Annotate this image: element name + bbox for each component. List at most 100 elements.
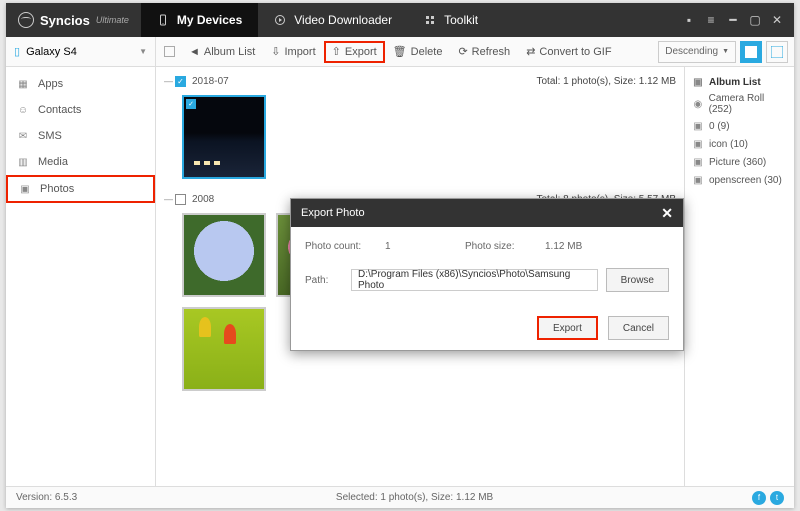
- photos-icon: ▣: [18, 182, 32, 196]
- collapse-icon[interactable]: —: [164, 76, 173, 86]
- chevron-down-icon: ▼: [139, 47, 147, 56]
- convert-gif-button[interactable]: ⇄Convert to GIF: [518, 41, 619, 63]
- menu-icon[interactable]: ≡: [704, 13, 718, 27]
- album-list-button[interactable]: ◄Album List: [181, 41, 263, 63]
- folder-icon: ▣: [691, 173, 705, 187]
- group-summary: Total: 1 photo(s), Size: 1.12 MB: [536, 76, 676, 87]
- maximize-icon[interactable]: ▢: [748, 13, 762, 27]
- sort-dropdown[interactable]: Descending▼: [658, 41, 736, 63]
- group-date: 2008: [192, 194, 214, 205]
- folder-icon: ▣: [691, 137, 705, 151]
- import-button[interactable]: ⇩Import: [263, 41, 323, 63]
- phone-icon: ▯: [14, 45, 20, 58]
- apps-icon: ▦: [16, 77, 30, 91]
- import-icon: ⇩: [271, 45, 280, 58]
- group-date: 2018-07: [192, 76, 229, 87]
- list-icon: [771, 46, 783, 58]
- dialog-title: Export Photo: [301, 207, 365, 219]
- folder-icon: ▣: [691, 155, 705, 169]
- tab-video-downloader[interactable]: Video Downloader: [258, 3, 408, 37]
- dialog-header: Export Photo ✕: [291, 199, 683, 227]
- trash-icon: 🗑: [393, 45, 407, 58]
- export-button[interactable]: ⇧Export: [324, 41, 385, 63]
- refresh-button[interactable]: ⟳Refresh: [450, 41, 518, 63]
- photo-thumb[interactable]: [182, 307, 266, 391]
- collapse-icon[interactable]: —: [164, 194, 173, 204]
- album-item[interactable]: ▣Picture (360): [691, 153, 788, 171]
- chevron-down-icon: ▼: [722, 48, 729, 55]
- sidebar: ▦Apps ☺Contacts ✉SMS ▥Media ▣Photos: [6, 67, 156, 486]
- sidebar-item-sms[interactable]: ✉SMS: [6, 123, 155, 149]
- album-icon: ▣: [691, 75, 705, 89]
- sidebar-item-media[interactable]: ▥Media: [6, 149, 155, 175]
- message-icon[interactable]: ▪: [682, 13, 696, 27]
- sidebar-item-contacts[interactable]: ☺Contacts: [6, 97, 155, 123]
- play-icon: [274, 14, 286, 26]
- delete-button[interactable]: 🗑Delete: [385, 41, 451, 63]
- path-label: Path:: [305, 275, 351, 286]
- album-item[interactable]: ▣icon (10): [691, 135, 788, 153]
- path-input[interactable]: D:\Program Files (x86)\Syncios\Photo\Sam…: [351, 269, 598, 291]
- tab-toolkit[interactable]: Toolkit: [408, 3, 494, 37]
- refresh-icon: ⟳: [458, 45, 467, 58]
- album-list-header: ▣Album List: [691, 73, 788, 91]
- group-checkbox[interactable]: [175, 194, 186, 205]
- photo-thumb[interactable]: ✓: [182, 95, 266, 179]
- media-icon: ▥: [16, 155, 30, 169]
- syncios-logo-icon: [18, 12, 34, 28]
- app-logo: Syncios Ultimate: [6, 12, 141, 28]
- back-arrow-icon: ◄: [189, 46, 200, 58]
- view-grid-button[interactable]: [740, 41, 762, 63]
- photo-size-label: Photo size:: [465, 241, 545, 252]
- status-bar: Version: 6.5.3 Selected: 1 photo(s), Siz…: [6, 486, 794, 508]
- window-controls: ▪ ≡ ━ ▢ ✕: [682, 13, 794, 27]
- view-list-button[interactable]: [766, 41, 788, 63]
- sidebar-item-photos[interactable]: ▣Photos: [6, 175, 155, 203]
- facebook-icon[interactable]: f: [752, 491, 766, 505]
- subbar: ▯ Galaxy S4 ▼ ◄Album List ⇩Import ⇧Expor…: [6, 37, 794, 67]
- browse-button[interactable]: Browse: [606, 268, 669, 292]
- export-photo-dialog: Export Photo ✕ Photo count: 1 Photo size…: [290, 198, 684, 351]
- titlebar: Syncios Ultimate My Devices Video Downlo…: [6, 3, 794, 37]
- social-links: f t: [752, 491, 784, 505]
- photo-size-value: 1.12 MB: [545, 241, 582, 252]
- album-panel: ▣Album List ◉Camera Roll (252) ▣0 (9) ▣i…: [684, 67, 794, 486]
- calendar-icon: [745, 46, 757, 58]
- convert-icon: ⇄: [526, 45, 535, 58]
- twitter-icon[interactable]: t: [770, 491, 784, 505]
- sidebar-item-apps[interactable]: ▦Apps: [6, 71, 155, 97]
- album-item[interactable]: ▣0 (9): [691, 117, 788, 135]
- export-icon: ⇧: [332, 45, 341, 58]
- album-item[interactable]: ▣openscreen (30): [691, 171, 788, 189]
- dialog-close-icon[interactable]: ✕: [661, 205, 673, 222]
- app-edition: Ultimate: [96, 15, 129, 25]
- version-label: Version: 6.5.3: [16, 492, 77, 503]
- export-confirm-button[interactable]: Export: [537, 316, 598, 340]
- tab-label: Video Downloader: [294, 13, 392, 27]
- group-checkbox[interactable]: ✓: [175, 76, 186, 87]
- tab-label: My Devices: [177, 13, 242, 27]
- tab-my-devices[interactable]: My Devices: [141, 3, 258, 37]
- minimize-icon[interactable]: ━: [726, 13, 740, 27]
- toolbar: ◄Album List ⇩Import ⇧Export 🗑Delete ⟳Ref…: [156, 41, 794, 63]
- photo-group-header: — ✓ 2018-07 Total: 1 photo(s), Size: 1.1…: [164, 71, 676, 91]
- selection-status: Selected: 1 photo(s), Size: 1.12 MB: [77, 492, 752, 503]
- photo-thumb[interactable]: [182, 213, 266, 297]
- close-icon[interactable]: ✕: [770, 13, 784, 27]
- select-all-checkbox[interactable]: [164, 46, 175, 57]
- sms-icon: ✉: [16, 129, 30, 143]
- album-item[interactable]: ◉Camera Roll (252): [691, 91, 788, 117]
- grid-icon: [424, 14, 436, 26]
- thumb-check-icon: ✓: [186, 99, 196, 109]
- app-name: Syncios: [40, 13, 90, 28]
- device-name: Galaxy S4: [26, 46, 77, 58]
- top-tabs: My Devices Video Downloader Toolkit: [141, 3, 494, 37]
- camera-icon: ◉: [691, 97, 705, 111]
- folder-icon: ▣: [691, 119, 705, 133]
- contacts-icon: ☺: [16, 103, 30, 117]
- tab-label: Toolkit: [444, 13, 478, 27]
- phone-icon: [157, 14, 169, 26]
- cancel-button[interactable]: Cancel: [608, 316, 669, 340]
- device-selector[interactable]: ▯ Galaxy S4 ▼: [6, 37, 156, 67]
- photo-count-label: Photo count:: [305, 241, 385, 252]
